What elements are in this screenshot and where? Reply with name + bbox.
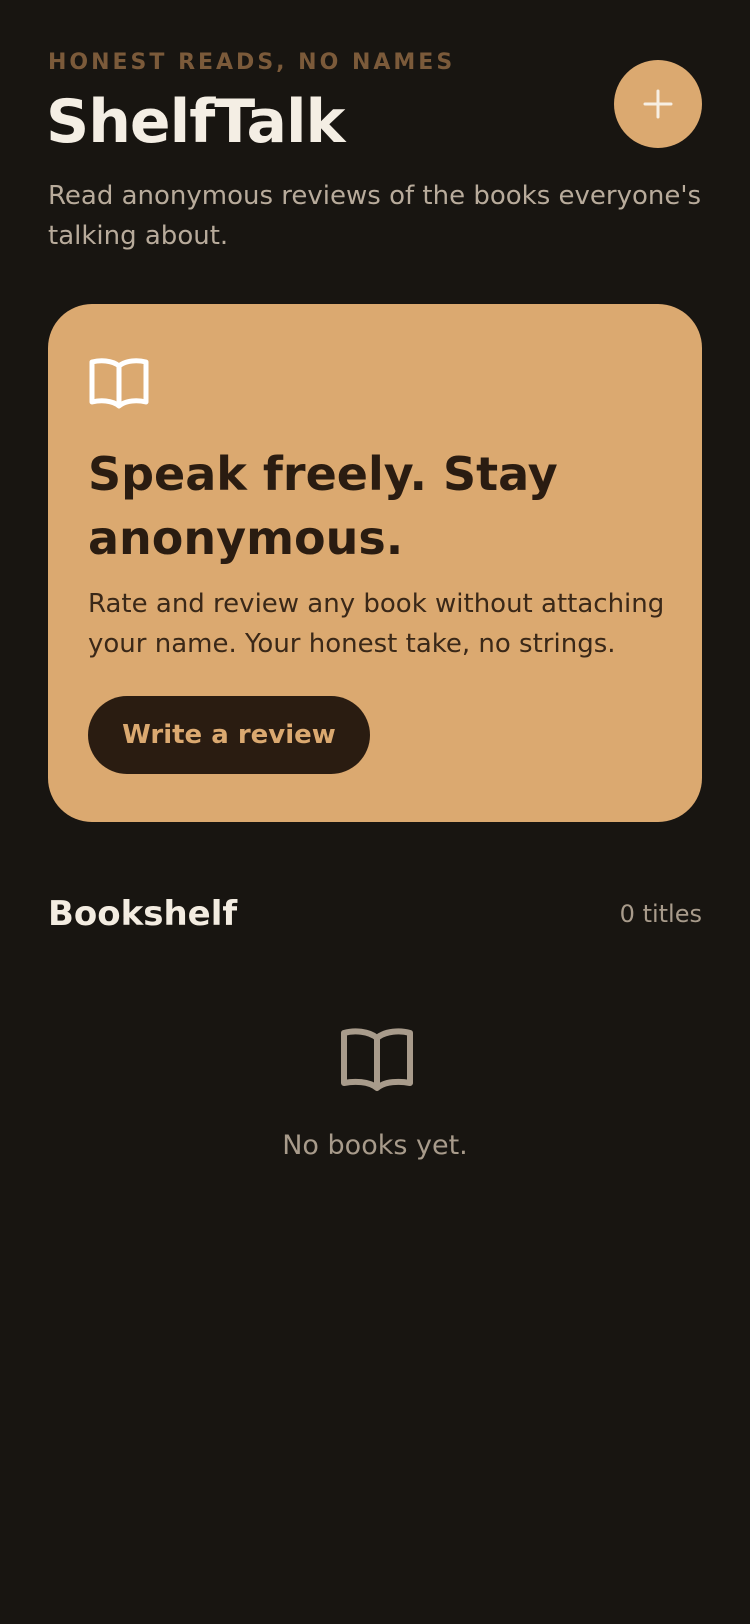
hero-card: Speak freely. Stay anonymous. Rate and r… (48, 304, 702, 822)
hero-title: Speak freely. Stay anonymous. (88, 447, 558, 565)
add-review-button[interactable] (614, 60, 702, 148)
open-book-icon (89, 358, 149, 409)
plus-icon (643, 89, 673, 119)
hero-description: Rate and review any book without attachi… (88, 589, 665, 659)
bookshelf-count: 0 titles (619, 900, 702, 928)
empty-state-message: No books yet. (282, 1130, 468, 1161)
eyebrow-tagline: HONEST READS, NO NAMES (48, 50, 456, 75)
app-screen: HONEST READS, NO NAMES ShelfTalk Read an… (0, 0, 750, 1624)
empty-book-icon (341, 1028, 413, 1091)
app-subtitle: Read anonymous reviews of the books ever… (48, 181, 702, 251)
bookshelf-title: Bookshelf (48, 894, 238, 934)
app-title: ShelfTalk (46, 87, 345, 157)
write-review-button[interactable]: Write a review (88, 696, 370, 774)
